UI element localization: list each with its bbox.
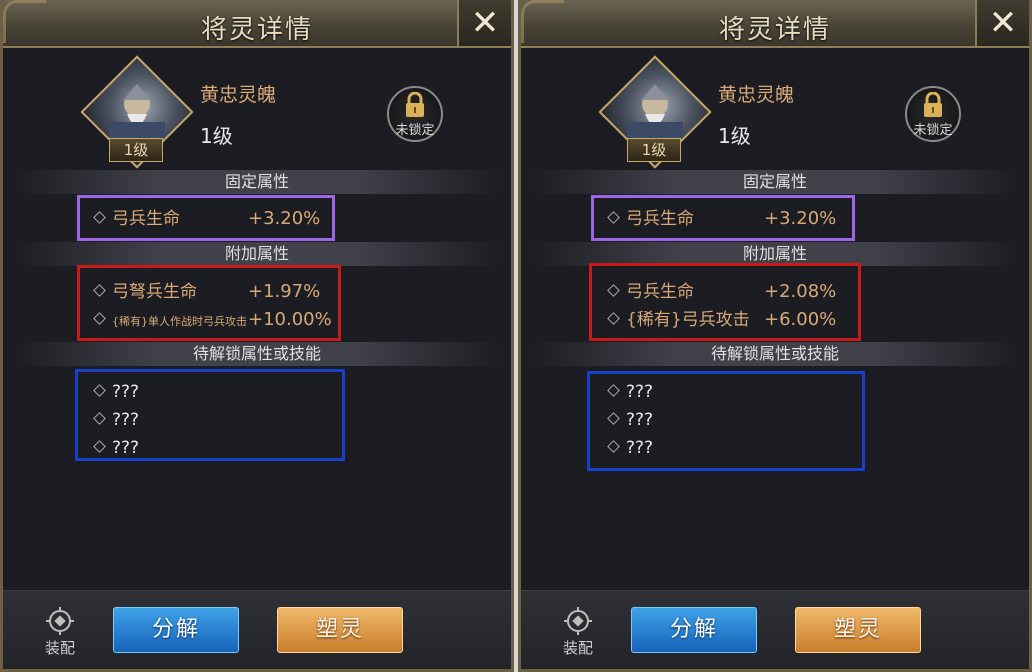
equip-label: 装配 [562,639,593,657]
hero-avatar[interactable]: 1级 [598,55,712,169]
lock-icon [406,92,424,117]
lock-icon [924,92,942,117]
close-icon[interactable]: ✕ [457,0,511,46]
lock-status-label: 未锁定 [395,123,435,138]
hero-level: 1级 [200,124,233,148]
level-badge: 1级 [109,138,163,162]
reshape-button[interactable]: 塑灵 [795,607,921,653]
hero-avatar[interactable]: 1级 [80,55,194,169]
equip-label: 装配 [44,639,75,657]
hero-name: 黄忠灵魄 [718,84,795,106]
fixed-highlight-box [77,195,335,241]
gear-icon [564,607,592,635]
spirit-detail-panel-right: 将灵详情 ✕ 1级 黄忠灵魄 1级 未锁定 固定属性 弓兵生命 +3.20% 附… [518,0,1032,672]
level-badge: 1级 [627,138,681,162]
extra-attributes-header: 附加属性 [13,242,501,266]
decompose-button[interactable]: 分解 [113,607,239,653]
lock-toggle-button[interactable]: 未锁定 [387,86,443,142]
reshape-button[interactable]: 塑灵 [277,607,403,653]
action-bar: 装配 分解 塑灵 [3,590,511,669]
fixed-attributes-header: 固定属性 [531,170,1019,194]
title-bar: 将灵详情 ✕ [521,0,1029,48]
hero-name: 黄忠灵魄 [200,84,277,106]
lock-toggle-button[interactable]: 未锁定 [905,86,961,142]
hero-level: 1级 [718,124,751,148]
equip-button[interactable]: 装配 [553,607,603,658]
close-icon[interactable]: ✕ [975,0,1029,46]
equip-button[interactable]: 装配 [35,607,85,658]
action-bar: 装配 分解 塑灵 [521,590,1029,669]
extra-highlight-box [589,263,861,341]
locked-highlight-box [75,369,345,461]
title-bar: 将灵详情 ✕ [3,0,511,48]
gear-icon [46,607,74,635]
panel-title: 将灵详情 [718,15,831,45]
panel-title: 将灵详情 [200,15,313,45]
fixed-highlight-box [591,195,855,241]
fixed-attributes-header: 固定属性 [13,170,501,194]
extra-highlight-box [77,265,341,341]
lock-status-label: 未锁定 [913,123,953,138]
spirit-detail-panel-left: 将灵详情 ✕ 1级 黄忠灵魄 1级 未锁定 固定属性 弓兵生命 +3.20% 附… [0,0,514,672]
decompose-button[interactable]: 分解 [631,607,757,653]
locked-attributes-header: 待解锁属性或技能 [13,342,501,366]
locked-highlight-box [587,371,865,471]
locked-attributes-header: 待解锁属性或技能 [531,342,1019,366]
